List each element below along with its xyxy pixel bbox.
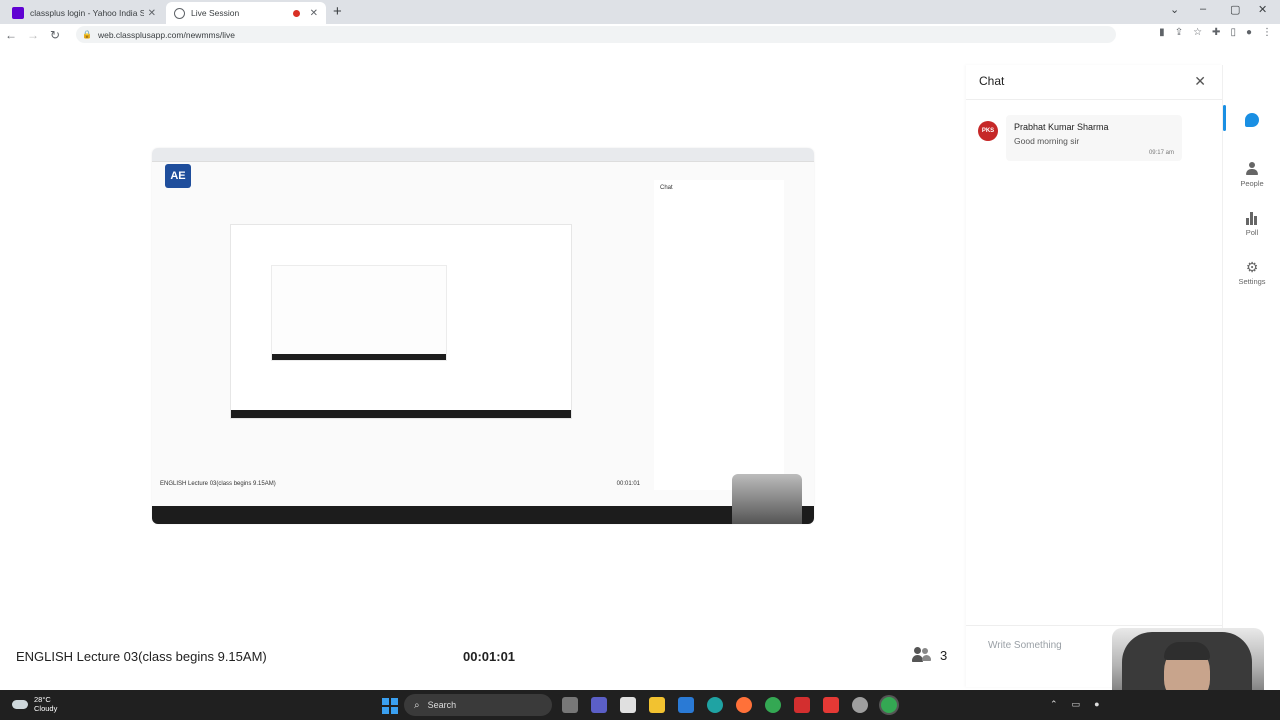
active-indicator — [1223, 105, 1226, 131]
chevron-down-icon[interactable]: ⌄ — [1170, 3, 1179, 16]
avatar: PKS — [978, 121, 998, 141]
shared-session-title: ENGLISH Lecture 03(class begins 9.15AM) — [160, 481, 276, 487]
tab-label: classplus login - Yahoo India Sea — [30, 8, 144, 18]
shared-screen: AE Chat ENGLISH Lecture 03(class begins … — [152, 148, 814, 524]
weather-temp: 28°C — [34, 695, 51, 704]
rail-item-settings[interactable]: ⚙ Settings — [1227, 260, 1277, 286]
recording-icon — [292, 9, 300, 17]
cloud-icon — [12, 699, 28, 709]
nested-screen-inner — [271, 265, 447, 361]
tab-yahoo-search[interactable]: classplus login - Yahoo India Sea ✕ — [4, 2, 164, 24]
settings-app-icon[interactable] — [852, 697, 868, 713]
participants-number: 3 — [940, 647, 948, 663]
edge-icon[interactable] — [707, 697, 723, 713]
nested-screen — [230, 224, 572, 419]
side-rail: People Poll ⚙ Settings — [1222, 65, 1280, 687]
star-icon[interactable]: ☆ — [1193, 27, 1202, 38]
extensions-icon[interactable]: ✚ — [1212, 27, 1220, 38]
tab-label: Live Session — [191, 8, 240, 18]
shared-webcam — [732, 474, 802, 524]
mail-icon[interactable] — [678, 697, 694, 713]
tab-live-session[interactable]: Live Session ✕ — [166, 2, 326, 24]
maximize-button[interactable]: ▢ — [1230, 3, 1240, 16]
reload-icon[interactable]: ↻ — [44, 28, 66, 42]
settings-icon: ⚙ — [1245, 259, 1259, 275]
windows-taskbar: 28°C Cloudy ⌕ Search ⌃ ▭ ● — [0, 690, 1280, 720]
shared-chat-panel: Chat — [654, 180, 784, 490]
task-view-icon[interactable] — [562, 697, 578, 713]
shared-timer: 00:01:01 — [616, 481, 640, 487]
minimize-button[interactable]: – — [1200, 3, 1206, 15]
start-button[interactable] — [382, 698, 398, 714]
forward-icon[interactable]: → — [22, 28, 44, 42]
shared-chat-title: Chat — [660, 185, 673, 191]
share-icon[interactable]: ⇪ — [1175, 27, 1183, 38]
shared-taskbar — [152, 506, 814, 524]
search-icon: ⌕ — [414, 699, 420, 711]
globe-icon — [174, 7, 185, 19]
chat-app-icon[interactable] — [591, 697, 607, 713]
yahoo-icon — [12, 7, 24, 19]
chat-icon — [1245, 113, 1259, 127]
chat-message: Prabhat Kumar Sharma Good morning sir 09… — [1006, 115, 1182, 161]
weather-widget[interactable]: 28°C Cloudy — [12, 695, 57, 713]
rail-item-people[interactable]: People — [1227, 162, 1277, 188]
message-time: 09:17 am — [1148, 150, 1174, 156]
rail-item-poll[interactable]: Poll — [1227, 211, 1277, 237]
shared-browser-chrome — [152, 148, 814, 162]
menu-icon[interactable]: ⋮ — [1262, 27, 1272, 38]
chat-panel: Chat ✕ PKS Prabhat Kumar Sharma Good mor… — [966, 65, 1222, 687]
message-text: Good morning sir — [1014, 136, 1080, 146]
app-logo: AE — [165, 164, 191, 188]
close-tab-icon[interactable]: ✕ — [310, 8, 318, 19]
chevron-up-icon[interactable]: ⌃ — [1050, 699, 1058, 710]
store-icon[interactable] — [620, 697, 636, 713]
divider — [966, 99, 1222, 100]
live-stage: AE Chat ENGLISH Lecture 03(class begins … — [0, 45, 966, 690]
sidebar-icon[interactable]: ▯ — [1230, 27, 1236, 38]
weather-desc: Cloudy — [34, 704, 58, 713]
rail-label: People — [1240, 179, 1264, 188]
microphone-icon[interactable]: ● — [1094, 699, 1099, 710]
recorder-icon[interactable] — [823, 697, 839, 713]
url-field[interactable]: 🔒 web.classplusapp.com/newmms/live — [76, 26, 1116, 43]
session-timer: 00:01:01 — [463, 649, 516, 664]
firefox-icon[interactable] — [736, 697, 752, 713]
poll-icon — [1245, 211, 1259, 225]
new-tab-button[interactable]: + — [333, 3, 342, 20]
close-icon[interactable]: ✕ — [1194, 73, 1206, 90]
file-explorer-icon[interactable] — [649, 697, 665, 713]
message-sender: Prabhat Kumar Sharma — [1014, 122, 1109, 132]
people-icon — [1245, 162, 1259, 176]
close-tab-icon[interactable]: ✕ — [148, 8, 156, 19]
back-icon[interactable]: ← — [0, 28, 22, 42]
chat-title: Chat — [979, 74, 1005, 88]
chrome-active-icon[interactable] — [881, 697, 897, 713]
url-text: web.classplusapp.com/newmms/live — [97, 29, 235, 40]
shared-footer: ENGLISH Lecture 03(class begins 9.15AM) … — [160, 481, 640, 487]
profile-icon[interactable]: ● — [1246, 27, 1252, 38]
address-bar-row: ← → ↻ 🔒 web.classplusapp.com/newmms/live… — [0, 24, 1280, 45]
pdf-icon[interactable] — [794, 697, 810, 713]
rail-item-chat[interactable] — [1227, 113, 1277, 130]
taskbar-search-label: Search — [427, 700, 457, 710]
people-icon — [912, 647, 932, 663]
system-tray: ⌃ ▭ ● — [1050, 699, 1100, 710]
close-window-button[interactable]: ✕ — [1258, 3, 1267, 16]
session-title: ENGLISH Lecture 03(class begins 9.15AM) — [16, 649, 267, 664]
rail-label: Poll — [1245, 228, 1259, 237]
chrome-icon[interactable] — [765, 697, 781, 713]
participants-count[interactable]: 3 — [912, 647, 947, 663]
browser-tab-bar: classplus login - Yahoo India Sea ✕ Live… — [0, 0, 1280, 24]
rail-label: Settings — [1238, 277, 1266, 286]
chat-input-placeholder: Write Something — [988, 640, 1062, 651]
battery-icon[interactable]: ▭ — [1072, 699, 1081, 710]
camera-icon[interactable]: ▮ — [1159, 27, 1165, 38]
taskbar-search[interactable]: ⌕ Search — [404, 694, 552, 716]
lock-icon: 🔒 — [82, 30, 92, 39]
